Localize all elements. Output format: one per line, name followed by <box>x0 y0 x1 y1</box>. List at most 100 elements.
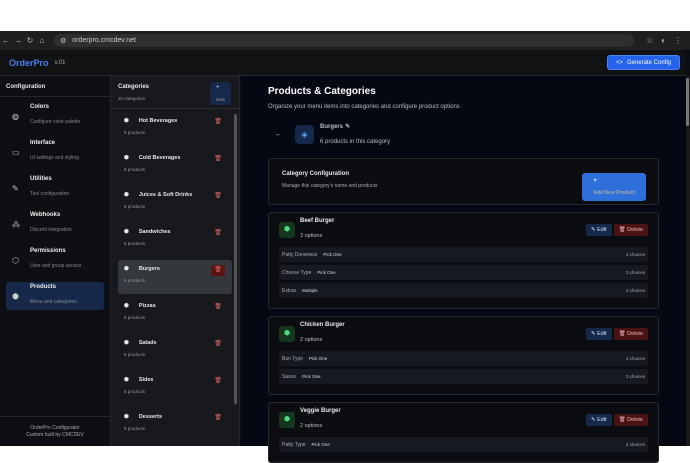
delete-category-button[interactable]: 🗑 <box>211 117 225 128</box>
category-count: 6 products <box>124 167 226 172</box>
sidebar-item-desc: Menu and categories <box>30 299 77 305</box>
category-item[interactable]: ⬢Pizzas6 products🗑 <box>118 297 232 331</box>
delete-product-button[interactable]: 🗑 Delete <box>614 328 648 340</box>
delete-category-button[interactable]: 🗑 <box>211 228 225 239</box>
generate-config-button[interactable]: <>Generate Config <box>607 55 680 70</box>
category-item[interactable]: ⬢ Cold Beverages 6 products 🗑 <box>118 149 232 183</box>
option-choices: 2 choices <box>626 442 645 447</box>
edit-product-button[interactable]: ✎ Edit <box>586 224 612 236</box>
category-count: 6 products <box>124 426 226 431</box>
extension-icon[interactable]: ◐ <box>661 36 666 45</box>
delete-category-button[interactable]: 🗑 <box>211 376 225 387</box>
category-item[interactable]: ⬢ Salads 6 products 🗑 <box>118 334 232 368</box>
sidebar-item-desc: Configure color palette <box>30 119 80 125</box>
category-name: Hot Beverages <box>139 118 178 124</box>
bookmark-icon[interactable]: ☆ <box>646 36 653 45</box>
category-item[interactable]: ⬢Burgers6 products🗑 <box>118 260 232 294</box>
delete-category-button[interactable]: 🗑 <box>211 302 225 313</box>
package-icon: ⬢ <box>124 414 129 420</box>
option-row[interactable]: Bun TypePick One3 choices <box>279 351 648 366</box>
trash-icon: 🗑 <box>214 156 222 162</box>
option-row[interactable]: Cheese TypePick One3 choices <box>279 265 648 280</box>
product-options-count: 2 options <box>300 423 322 429</box>
new-label: New <box>216 97 225 102</box>
category-count: 6 products <box>124 389 226 394</box>
option-name: Extras <box>282 288 296 294</box>
sidebar-item-label: Utilities <box>30 176 69 182</box>
reload-icon[interactable]: ↻ <box>24 36 36 45</box>
package-icon: ⬢ <box>124 340 129 346</box>
shield-icon: ⬡ <box>12 256 24 265</box>
forward-icon[interactable]: → <box>12 36 24 45</box>
sidebar-item-desc: UI settings and styling <box>30 155 79 161</box>
package-icon: ⬢ <box>124 155 129 161</box>
menu-icon[interactable]: ⋮ <box>674 36 682 45</box>
delete-category-button[interactable]: 🗑 <box>211 413 225 424</box>
package-icon: ⬢ <box>12 292 24 301</box>
delete-product-button[interactable]: 🗑 Delete <box>614 224 648 236</box>
option-row[interactable]: ExtrasMultiple3 choices <box>279 283 648 298</box>
sidebar-item-utilities[interactable]: ✎ Utilities Tool configuration <box>6 174 104 202</box>
category-name: Burgers <box>139 266 160 272</box>
sidebar-item-label: Products <box>30 284 77 290</box>
edit-pencil-icon[interactable]: ✎ <box>345 124 350 130</box>
add-product-button[interactable]: + Add New Product <box>582 173 646 201</box>
delete-category-button[interactable]: 🗑 <box>211 339 225 350</box>
option-choices: 3 choices <box>626 356 645 361</box>
address-bar[interactable]: ⚙orderpro.cmcdev.net <box>54 34 634 47</box>
trash-icon: 🗑 <box>214 415 222 421</box>
wrench-icon: ✎ <box>12 184 24 193</box>
category-item[interactable]: ⬢Hot Beverages6 products🗑 <box>118 112 232 146</box>
monitor-icon: ▭ <box>12 148 24 157</box>
sidebar-item-interface[interactable]: ▭InterfaceUI settings and styling <box>6 138 104 166</box>
delete-category-button[interactable]: 🗑 <box>211 191 225 202</box>
delete-category-button[interactable]: 🗑 <box>211 154 225 165</box>
trash-icon: 🗑 <box>214 378 222 384</box>
sidebar-item-label: Permissions <box>30 248 81 254</box>
delete-category-button[interactable]: 🗑 <box>211 265 225 276</box>
sidebar-item-colors[interactable]: ◍ColorsConfigure color palette <box>6 102 104 130</box>
edit-product-button[interactable]: ✎ Edit <box>586 328 612 340</box>
category-count: 6 products <box>124 352 226 357</box>
home-icon[interactable]: ⌂ <box>36 36 48 45</box>
new-category-button[interactable]: + New <box>210 82 231 105</box>
category-name: Burgers <box>320 124 343 130</box>
product-card: ⬢Chicken Burger2 options✎ Edit🗑 DeleteBu… <box>268 316 659 395</box>
back-icon[interactable]: ← <box>0 36 12 45</box>
category-name: Cold Beverages <box>139 155 181 161</box>
scrollbar[interactable] <box>234 114 237 404</box>
category-item[interactable]: ⬢Sandwiches6 products🗑 <box>118 223 232 257</box>
logo: OrderPro <box>9 58 49 68</box>
sidebar-item-products[interactable]: ⬢ Products Menu and categories <box>6 282 104 310</box>
delete-label: Delete <box>627 331 643 337</box>
product-options-count: 3 options <box>300 233 322 239</box>
option-type: Pick One <box>302 374 320 379</box>
sidebar-item-desc: Discord integration <box>30 227 72 233</box>
option-row[interactable]: SaucePick One3 choices <box>279 369 648 384</box>
package-icon: ⬢ <box>124 266 129 272</box>
sidebar-item-desc: Tool configuration <box>30 191 69 197</box>
category-item[interactable]: ⬢Juices & Soft Drinks6 products🗑 <box>118 186 232 220</box>
trash-icon: 🗑 <box>214 193 222 199</box>
option-name: Bun Type <box>282 356 303 362</box>
category-name: Salads <box>139 340 157 346</box>
option-row[interactable]: Patty TypePick One2 choices <box>279 437 648 452</box>
page-subtitle: Organize your menu items into categories… <box>268 104 686 110</box>
category-item[interactable]: ⬢Sides6 products🗑 <box>118 371 232 405</box>
edit-product-button[interactable]: ✎ Edit <box>586 414 612 426</box>
sidebar-item-webhooks[interactable]: ⁂WebhooksDiscord integration <box>6 210 104 238</box>
cube-icon: ⬢ <box>279 412 295 428</box>
option-name: Patty Type <box>282 442 306 448</box>
product-name: Chicken Burger <box>300 322 345 328</box>
option-row[interactable]: Patty DonenessPick One3 choices <box>279 247 648 262</box>
sidebar-item-permissions[interactable]: ⬡PermissionsUser and group access <box>6 246 104 274</box>
option-choices: 3 choices <box>626 252 645 257</box>
product-name: Veggie Burger <box>300 408 341 414</box>
page-scrollbar[interactable] <box>686 76 690 446</box>
category-item[interactable]: ⬢Desserts6 products🗑 <box>118 408 232 442</box>
page-title: Products & Categories <box>268 86 686 97</box>
back-arrow-icon[interactable]: ← <box>275 131 282 138</box>
delete-product-button[interactable]: 🗑 Delete <box>614 414 648 426</box>
sidebar-title: Configuration <box>0 76 110 97</box>
site-info-icon[interactable]: ⚙ <box>60 37 66 45</box>
